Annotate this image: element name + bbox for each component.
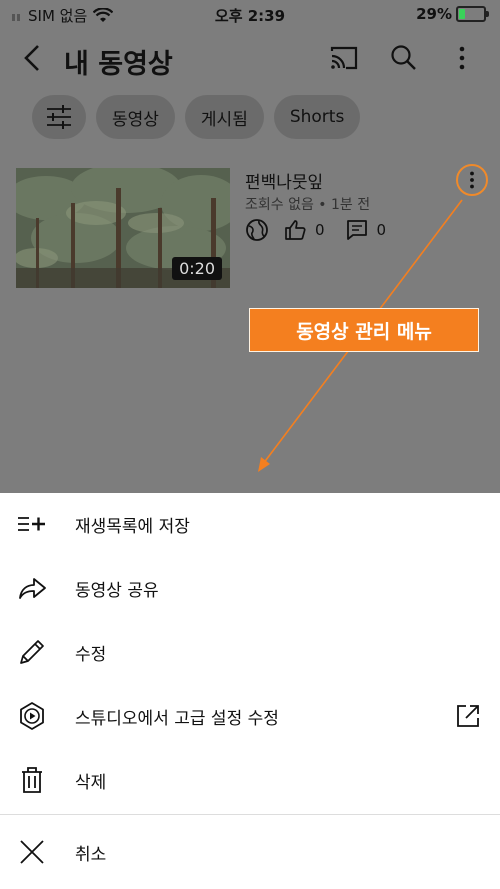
close-icon bbox=[20, 840, 44, 864]
share-icon bbox=[19, 578, 46, 599]
cast-icon[interactable] bbox=[328, 42, 360, 74]
battery-icon bbox=[456, 6, 489, 22]
sliders-icon bbox=[47, 105, 71, 129]
video-duration: 0:20 bbox=[172, 257, 222, 280]
video-more-button[interactable] bbox=[456, 164, 488, 196]
studio-icon bbox=[20, 702, 44, 730]
video-thumbnail[interactable]: 0:20 bbox=[16, 168, 230, 288]
video-title[interactable]: 편백나뭇잎 bbox=[245, 168, 323, 193]
menu-item-share[interactable]: 동영상 공유 bbox=[0, 557, 500, 619]
filter-chips: 동영상 게시됨 Shorts bbox=[32, 95, 361, 139]
more-vert-icon bbox=[470, 171, 474, 189]
battery-percent: 29% bbox=[416, 5, 452, 23]
app-bar: 내 동영상 bbox=[0, 30, 500, 86]
playlist-add-icon bbox=[18, 517, 45, 531]
globe-icon bbox=[246, 219, 268, 241]
comment-count: 0 bbox=[376, 221, 387, 239]
chip-shorts[interactable]: Shorts bbox=[273, 95, 361, 139]
pencil-icon bbox=[20, 640, 44, 664]
cancel-label: 취소 bbox=[75, 844, 107, 865]
back-arrow-icon[interactable] bbox=[18, 40, 48, 76]
menu-item-edit[interactable]: 수정 bbox=[0, 621, 500, 683]
annotation-callout: 동영상 관리 메뉴 bbox=[249, 308, 479, 352]
page-title: 내 동영상 bbox=[64, 49, 173, 80]
menu-item-delete[interactable]: 삭제 bbox=[0, 749, 500, 811]
menu-label: 재생목록에 저장 bbox=[75, 516, 190, 537]
video-meta: 조회수 없음 • 1분 전 bbox=[245, 197, 371, 213]
like-count: 0 bbox=[315, 221, 325, 239]
thumb-up-icon bbox=[285, 220, 306, 240]
more-vert-icon[interactable] bbox=[446, 42, 478, 74]
menu-divider bbox=[0, 814, 500, 815]
menu-label: 스튜디오에서 고급 설정 수정 bbox=[75, 708, 279, 729]
search-icon[interactable] bbox=[388, 42, 420, 74]
menu-label: 삭제 bbox=[75, 772, 107, 793]
external-link-icon bbox=[457, 705, 479, 727]
menu-item-save-playlist[interactable]: 재생목록에 저장 bbox=[0, 493, 500, 555]
menu-item-studio-settings[interactable]: 스튜디오에서 고급 설정 수정 bbox=[0, 685, 500, 747]
comment-icon bbox=[346, 220, 367, 240]
video-stats: 0 0 bbox=[245, 218, 386, 242]
menu-item-cancel[interactable]: 취소 bbox=[0, 821, 500, 883]
status-right: 29% bbox=[416, 5, 489, 23]
status-bar: SIM 없음 오후 2:39 29% bbox=[0, 0, 500, 28]
trash-icon bbox=[22, 767, 42, 793]
bottom-sheet-menu: 재생목록에 저장 동영상 공유 수정 스튜디오에서 고급 설정 수정 삭제 취소 bbox=[0, 493, 500, 889]
video-list-item[interactable]: 0:20 편백나뭇잎 조회수 없음 • 1분 전 0 0 bbox=[16, 164, 500, 290]
menu-label: 동영상 공유 bbox=[75, 580, 159, 601]
menu-label: 수정 bbox=[75, 644, 107, 665]
chip-posts[interactable]: 게시됨 bbox=[184, 95, 264, 139]
filter-settings-chip[interactable] bbox=[32, 95, 86, 139]
chip-videos[interactable]: 동영상 bbox=[96, 95, 175, 139]
